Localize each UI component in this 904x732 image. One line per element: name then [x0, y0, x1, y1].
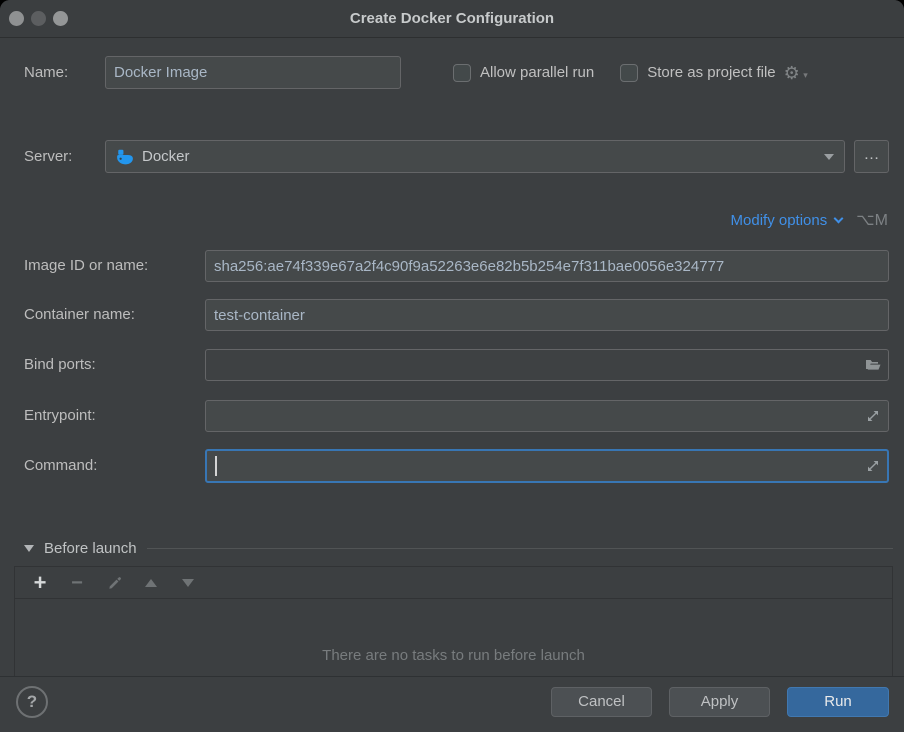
store-as-project-file-label: Store as project file [647, 64, 775, 81]
remove-task-button[interactable]: − [62, 570, 92, 596]
docker-whale-icon [116, 148, 134, 166]
image-id-label: Image ID or name: [24, 250, 148, 282]
modify-options-label: Modify options [731, 212, 828, 229]
run-button[interactable]: Run [787, 687, 889, 717]
expand-field-icon[interactable] [865, 408, 881, 424]
command-field [205, 449, 889, 483]
before-launch-toolbar: + − [15, 567, 892, 599]
move-down-button[interactable] [173, 570, 203, 596]
entrypoint-input[interactable] [205, 400, 889, 432]
expand-field-icon[interactable] [865, 458, 881, 474]
chevron-down-icon: ▾ [803, 66, 808, 84]
gear-icon[interactable]: ⚙▾ [784, 64, 800, 82]
add-task-button[interactable]: + [25, 570, 55, 596]
pencil-icon [107, 575, 122, 590]
before-launch-empty-text: There are no tasks to run before launch [15, 647, 892, 664]
image-id-field [205, 250, 889, 282]
allow-parallel-run-checkbox[interactable] [453, 64, 471, 82]
server-selected-value: Docker [142, 148, 824, 165]
chevron-down-icon [834, 213, 844, 223]
apply-button[interactable]: Apply [669, 687, 770, 717]
bind-ports-field [205, 349, 889, 381]
entrypoint-label: Entrypoint: [24, 400, 96, 432]
footer-divider [0, 676, 904, 677]
server-browse-button[interactable]: … [854, 140, 889, 173]
command-input[interactable] [205, 449, 889, 483]
dropdown-arrow-icon [824, 154, 834, 160]
server-select[interactable]: Docker [105, 140, 845, 173]
server-label: Server: [24, 140, 72, 173]
entrypoint-field [205, 400, 889, 432]
bind-ports-label: Bind ports: [24, 349, 96, 381]
name-label: Name: [24, 56, 68, 89]
move-up-button[interactable] [136, 570, 166, 596]
container-name-field [205, 299, 889, 331]
edit-task-button[interactable] [99, 570, 129, 596]
titlebar: Create Docker Configuration [0, 0, 904, 38]
text-caret [215, 456, 217, 476]
create-docker-configuration-dialog: Create Docker Configuration Name: Allow … [0, 0, 904, 732]
container-name-label: Container name: [24, 299, 135, 331]
modify-options-link[interactable]: Modify options [731, 212, 843, 229]
name-input[interactable] [105, 56, 401, 89]
collapse-triangle-icon[interactable] [24, 545, 34, 552]
help-button[interactable]: ? [16, 686, 48, 718]
before-launch-title: Before launch [44, 540, 137, 557]
container-name-input[interactable] [205, 299, 889, 331]
open-folder-icon[interactable] [865, 357, 881, 373]
triangle-down-icon [182, 579, 194, 587]
window-title: Create Docker Configuration [0, 0, 904, 38]
cancel-button[interactable]: Cancel [551, 687, 652, 717]
before-launch-header: Before launch [24, 538, 893, 558]
section-divider [147, 548, 893, 549]
modify-options-shortcut: ⌥M [856, 210, 888, 230]
before-launch-panel: + − There are no tasks to run before lau… [14, 566, 893, 677]
modify-options-row: Modify options ⌥M [731, 207, 888, 233]
bind-ports-input[interactable] [205, 349, 889, 381]
command-label: Command: [24, 449, 97, 483]
store-as-project-file-checkbox[interactable] [620, 64, 638, 82]
options-row: Allow parallel run Store as project file… [453, 56, 800, 89]
triangle-up-icon [145, 579, 157, 587]
image-id-input[interactable] [205, 250, 889, 282]
allow-parallel-run-label: Allow parallel run [480, 64, 594, 81]
